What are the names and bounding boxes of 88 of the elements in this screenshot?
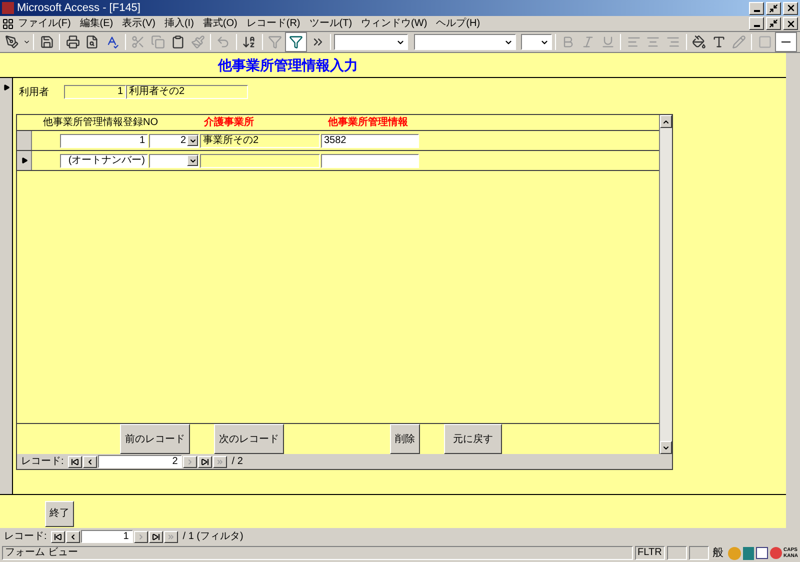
next-record-button[interactable]: [182, 456, 197, 468]
next-record-button[interactable]: [134, 530, 148, 542]
record-selector[interactable]: [0, 78, 13, 494]
properties-icon: [756, 547, 768, 559]
new-record-button[interactable]: [164, 530, 178, 542]
record-label: レコード:: [4, 530, 47, 544]
window-title: Microsoft Access - [F145]: [17, 0, 142, 16]
ime-tools-icon: [728, 546, 741, 560]
restore-button[interactable]: [766, 2, 781, 14]
help-icon: [770, 547, 782, 559]
registration-number-field[interactable]: 1: [60, 134, 148, 148]
status-panel: [688, 546, 709, 560]
office-id: 2: [180, 134, 187, 146]
user-label: 利用者: [19, 86, 50, 100]
column-header: 他事業所管理情報: [328, 116, 408, 130]
column-header: 他事業所管理情報登録NO: [43, 116, 158, 130]
last-record-icon: [152, 532, 160, 540]
form-button[interactable]: 次のレコード: [214, 424, 284, 454]
ime-mode: 般: [712, 546, 725, 561]
new-record-icon: [216, 458, 224, 466]
record-total: / 2: [232, 455, 243, 469]
management-info-field[interactable]: [321, 154, 419, 168]
previous-record-button[interactable]: [82, 456, 97, 468]
status-text: フォーム ビュー: [2, 546, 633, 560]
first-record-button[interactable]: [68, 456, 82, 468]
form-title: 他事業所管理情報入力: [218, 56, 358, 74]
record-number-field[interactable]: 1: [80, 530, 133, 543]
last-record-icon: [200, 458, 209, 466]
scrollbar[interactable]: [659, 115, 672, 454]
row-selector[interactable]: [17, 151, 32, 170]
next-record-icon: [186, 458, 194, 466]
new-record-icon: [166, 532, 175, 540]
menu-item[interactable]: 表示(V): [122, 16, 156, 31]
dictionary-icon: [742, 546, 754, 560]
close-icon: [786, 18, 796, 28]
user-name-field[interactable]: 利用者その2: [126, 85, 248, 99]
current-record-icon: [2, 84, 10, 91]
app-icon: [2, 2, 14, 14]
scroll-down-icon: [662, 444, 670, 452]
menu-item[interactable]: 挿入(I): [164, 16, 194, 31]
previous-record-icon: [86, 458, 94, 466]
record-total: / 1 (フィルタ): [182, 530, 244, 544]
registration-number-field[interactable]: (オートナンバー): [60, 154, 148, 168]
menu-item[interactable]: ヘルプ(H): [436, 16, 480, 31]
user-id-field[interactable]: 1: [64, 85, 126, 99]
next-record-icon: [136, 532, 145, 540]
close-icon: [786, 3, 796, 13]
first-record-icon: [54, 532, 62, 540]
office-dropdown[interactable]: 2: [149, 134, 199, 148]
minimize-button[interactable]: [749, 2, 764, 14]
new-record-button[interactable]: [212, 456, 227, 468]
management-info-field[interactable]: 3582: [321, 134, 419, 148]
restore-icon: [769, 19, 778, 28]
form-button[interactable]: 前のレコード: [120, 424, 190, 454]
form-button[interactable]: 元に戻す: [444, 424, 502, 454]
menu-item[interactable]: ファイル(F): [18, 16, 71, 31]
menu-item[interactable]: 編集(E): [80, 16, 114, 31]
office-name-field[interactable]: [200, 154, 320, 168]
previous-record-button[interactable]: [66, 530, 80, 542]
toolbar-dropdown[interactable]: [521, 34, 552, 50]
restore-icon: [769, 4, 778, 12]
menu-item[interactable]: ウィンドウ(W): [361, 16, 428, 31]
close-button[interactable]: [783, 17, 798, 30]
record-label: レコード:: [21, 455, 64, 469]
close-form-button[interactable]: 終了: [45, 500, 74, 526]
menu-item[interactable]: レコード(R): [246, 16, 300, 31]
toolbar-dropdown[interactable]: [334, 34, 408, 50]
current-record-icon: [20, 157, 28, 164]
restore-button[interactable]: [766, 17, 781, 30]
first-record-button[interactable]: [50, 530, 65, 542]
office-name-field[interactable]: 事業所その2: [200, 134, 320, 148]
filter-indicator: FLTR: [634, 546, 665, 560]
close-button[interactable]: [783, 2, 798, 14]
record-number-field[interactable]: 2: [98, 455, 182, 468]
last-record-button[interactable]: [148, 530, 163, 542]
last-record-button[interactable]: [198, 456, 212, 468]
menu-item[interactable]: ツール(T): [309, 16, 352, 31]
menu-item[interactable]: 書式(O): [202, 16, 238, 31]
status-panel: [666, 546, 687, 560]
column-header: 介護事業所: [204, 116, 254, 130]
form-button[interactable]: 削除: [390, 424, 420, 454]
scroll-up-icon: [662, 118, 670, 126]
first-record-icon: [70, 458, 79, 466]
minimize-button[interactable]: [749, 17, 764, 30]
previous-record-icon: [68, 532, 77, 540]
office-dropdown[interactable]: [149, 154, 199, 168]
toolbar-dropdown[interactable]: [414, 34, 516, 50]
form-icon: [2, 18, 14, 30]
